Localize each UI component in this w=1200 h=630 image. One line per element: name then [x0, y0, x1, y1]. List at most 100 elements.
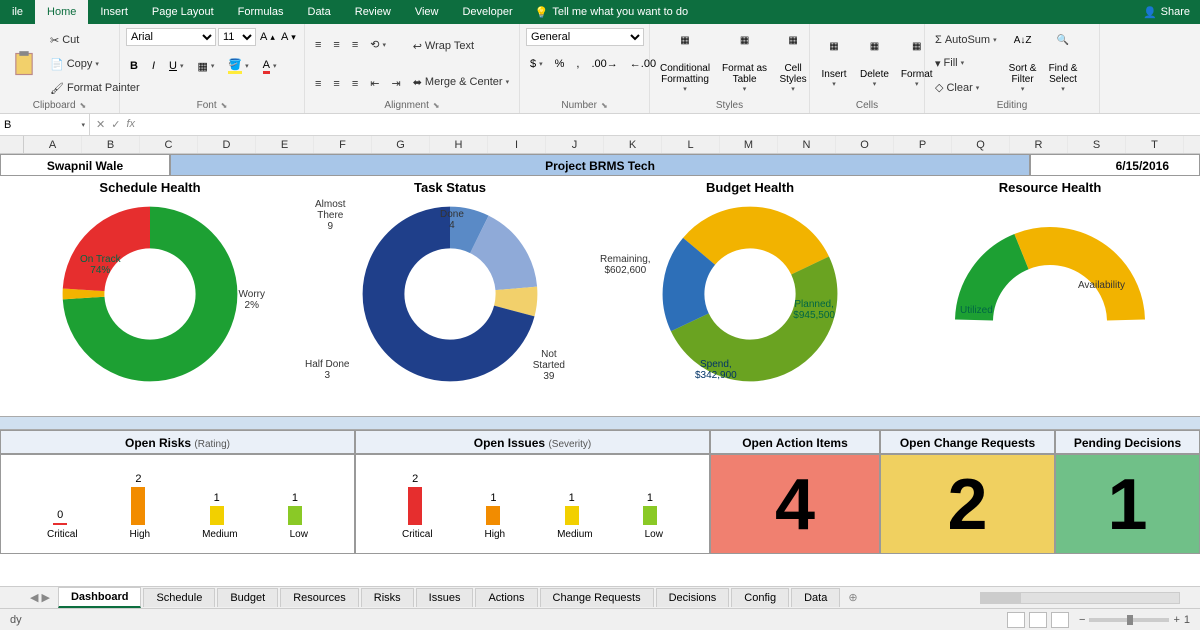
increase-font-button[interactable]: A▴ [258, 28, 277, 46]
find-select-button[interactable]: 🔍Find & Select▾ [1045, 28, 1082, 100]
col-header[interactable]: D [198, 136, 256, 153]
col-header[interactable]: R [1010, 136, 1068, 153]
orientation-button[interactable]: ⟲▾ [366, 36, 390, 53]
sheet-tab-budget[interactable]: Budget [217, 588, 278, 607]
sheet-nav[interactable]: ◀ ▶ [30, 591, 50, 604]
col-header[interactable]: Q [952, 136, 1010, 153]
tab-insert[interactable]: Insert [88, 0, 140, 24]
number-format-combo[interactable]: General [526, 28, 644, 46]
sheet-tab-actions[interactable]: Actions [475, 588, 537, 607]
col-header[interactable]: C [140, 136, 198, 153]
dialog-launcher-icon[interactable]: ⬊ [221, 101, 228, 110]
font-size-combo[interactable]: 11 [218, 28, 256, 46]
tab-review[interactable]: Review [343, 0, 403, 24]
fill-button[interactable]: ▾Fill▾ [931, 55, 1001, 72]
schedule-health-chart[interactable]: Schedule Health On Track74% Worry2% [0, 176, 300, 416]
sheet-tab-change-requests[interactable]: Change Requests [540, 588, 654, 607]
sheet-tab-data[interactable]: Data [791, 588, 840, 607]
col-header[interactable]: K [604, 136, 662, 153]
comma-button[interactable]: , [572, 56, 583, 72]
conditional-formatting-button[interactable]: ▦Conditional Formatting▾ [656, 28, 714, 100]
normal-view-button[interactable] [1007, 612, 1025, 628]
dialog-launcher-icon[interactable]: ⬊ [433, 101, 440, 110]
align-left-button[interactable]: ≡ [311, 75, 325, 92]
resource-health-chart[interactable]: Resource Health Utilized Availability [900, 176, 1200, 416]
scroll-thumb[interactable] [981, 593, 1021, 603]
delete-cells-button[interactable]: ▦Delete▾ [856, 28, 893, 100]
fill-color-button[interactable]: 🪣▾ [224, 56, 252, 76]
insert-cells-button[interactable]: ▦Insert▾ [816, 28, 852, 100]
risks-chart[interactable]: 0 2 1 1 Critical High Medium Low [0, 454, 355, 554]
worksheet[interactable]: Swapnil Wale Project BRMS Tech 6/15/2016… [0, 154, 1200, 574]
sheet-tab-resources[interactable]: Resources [280, 588, 359, 607]
dialog-launcher-icon[interactable]: ⬊ [80, 101, 87, 110]
bold-button[interactable]: B [126, 56, 142, 76]
merge-center-button[interactable]: ⬌Merge & Center▾ [409, 74, 513, 91]
borders-button[interactable]: ▦▾ [193, 56, 218, 76]
sheet-tab-config[interactable]: Config [731, 588, 789, 607]
col-header[interactable]: F [314, 136, 372, 153]
name-box[interactable]: B▾ [0, 114, 90, 135]
tell-me[interactable]: 💡Tell me what you want to do [525, 6, 1143, 19]
sheet-tab-issues[interactable]: Issues [416, 588, 474, 607]
budget-health-chart[interactable]: Budget Health Remaining,$602,600 Planned… [600, 176, 900, 416]
wrap-text-button[interactable]: ↩Wrap Text [409, 38, 513, 55]
page-layout-view-button[interactable] [1029, 612, 1047, 628]
tab-formulas[interactable]: Formulas [226, 0, 296, 24]
add-sheet-button[interactable]: ⊕ [842, 591, 863, 604]
tab-developer[interactable]: Developer [450, 0, 524, 24]
tab-page-layout[interactable]: Page Layout [140, 0, 226, 24]
col-header[interactable]: S [1068, 136, 1126, 153]
sheet-tab-decisions[interactable]: Decisions [656, 588, 730, 607]
increase-decimal-button[interactable]: .00→ [587, 56, 621, 72]
zoom-in-button[interactable]: + [1173, 614, 1179, 626]
clear-button[interactable]: ◇Clear▾ [931, 79, 1001, 96]
col-header[interactable]: E [256, 136, 314, 153]
align-top-button[interactable]: ≡ [311, 36, 325, 53]
tab-file[interactable]: ile [0, 0, 35, 24]
align-middle-button[interactable]: ≡ [329, 36, 343, 53]
underline-button[interactable]: U▾ [165, 56, 187, 76]
accept-formula-button[interactable]: ✓ [111, 118, 120, 131]
task-status-chart[interactable]: Task Status Done4 Almost There9 Half Don… [300, 176, 600, 416]
font-name-combo[interactable]: Arial [126, 28, 216, 46]
sheet-tab-risks[interactable]: Risks [361, 588, 414, 607]
currency-button[interactable]: $▾ [526, 56, 547, 72]
fx-button[interactable]: fx [126, 118, 135, 131]
zoom-out-button[interactable]: − [1079, 614, 1085, 626]
tab-view[interactable]: View [403, 0, 451, 24]
horizontal-scrollbar[interactable] [980, 592, 1180, 604]
decrease-indent-button[interactable]: ⇤ [366, 75, 383, 92]
col-header[interactable]: J [546, 136, 604, 153]
cancel-formula-button[interactable]: ✕ [96, 118, 105, 131]
col-header[interactable]: P [894, 136, 952, 153]
zoom-slider[interactable] [1089, 618, 1169, 622]
page-break-view-button[interactable] [1051, 612, 1069, 628]
col-header[interactable]: B [82, 136, 140, 153]
cell-styles-button[interactable]: ▦Cell Styles▾ [775, 28, 811, 100]
select-all-button[interactable] [0, 136, 24, 153]
dialog-launcher-icon[interactable]: ⬊ [601, 101, 608, 110]
format-as-table-button[interactable]: ▦Format as Table▾ [718, 28, 771, 100]
align-right-button[interactable]: ≡ [348, 75, 362, 92]
align-center-button[interactable]: ≡ [329, 75, 343, 92]
sheet-tab-dashboard[interactable]: Dashboard [58, 587, 141, 608]
decrease-font-button[interactable]: A▾ [279, 28, 298, 46]
sheet-tab-schedule[interactable]: Schedule [143, 588, 215, 607]
align-bottom-button[interactable]: ≡ [348, 36, 362, 53]
col-header[interactable]: O [836, 136, 894, 153]
font-color-button[interactable]: A▾ [259, 56, 281, 76]
italic-button[interactable]: I [148, 56, 159, 76]
paste-button[interactable] [6, 28, 42, 100]
share-button[interactable]: 👤Share [1143, 6, 1200, 19]
issues-chart[interactable]: 2 1 1 1 Critical High Medium Low [355, 454, 710, 554]
tab-data[interactable]: Data [296, 0, 343, 24]
col-header[interactable]: A [24, 136, 82, 153]
col-header[interactable]: T [1126, 136, 1184, 153]
tab-home[interactable]: Home [35, 0, 88, 24]
col-header[interactable]: H [430, 136, 488, 153]
percent-button[interactable]: % [551, 56, 569, 72]
increase-indent-button[interactable]: ⇥ [387, 75, 404, 92]
col-header[interactable]: G [372, 136, 430, 153]
zoom-thumb[interactable] [1127, 615, 1133, 625]
